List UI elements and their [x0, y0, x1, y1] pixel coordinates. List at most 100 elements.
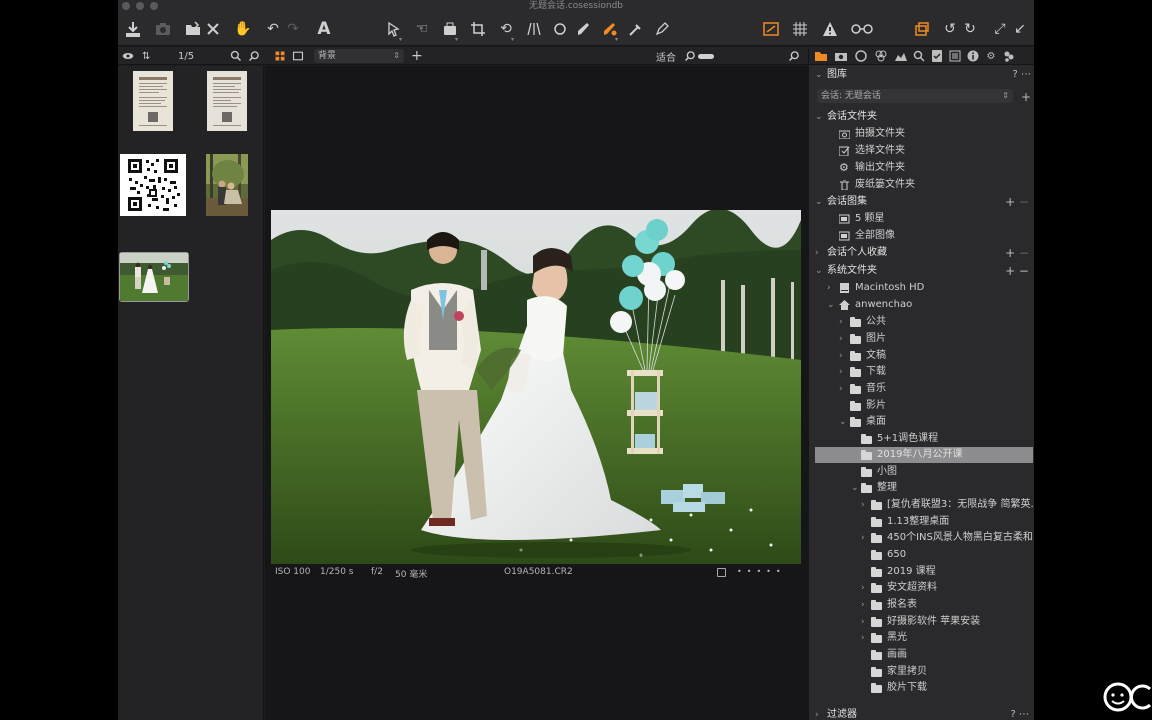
session-select[interactable]: 会话: 无题会话 ⇕ — [817, 89, 1013, 103]
folder-item[interactable]: › 文稿 — [809, 348, 1034, 364]
user-folder-item[interactable]: ⌄ anwenchao — [809, 297, 1034, 313]
session-folders-header[interactable]: ⌄ 会话文件夹 — [809, 109, 1034, 125]
output-folder-item[interactable]: ⚙ 输出文件夹 — [809, 160, 1034, 176]
brush-icon[interactable] — [574, 19, 594, 39]
select-checkbox[interactable] — [717, 568, 726, 577]
system-folders-header[interactable]: ⌄ 系统文件夹 + − — [809, 263, 1034, 279]
settings-tab-icon[interactable]: ⚙ — [985, 50, 997, 62]
help-more-icon[interactable]: ? ⋯ — [1011, 707, 1030, 720]
folder-item[interactable]: ⌄ 桌面 — [809, 414, 1034, 430]
expand-icon[interactable]: ⤢ — [990, 19, 1010, 39]
capture-folder-item[interactable]: 拍摄文件夹 — [809, 126, 1034, 142]
keystone-icon[interactable] — [524, 19, 544, 39]
rotate-right-icon[interactable]: ↻ — [960, 19, 980, 39]
exposure-warning-icon[interactable] — [761, 19, 781, 39]
zoom-in-icon[interactable] — [788, 48, 800, 64]
folder-item[interactable]: 5+1调色课程 — [809, 431, 1034, 447]
qr-code-thumb[interactable] — [119, 153, 187, 217]
selects-folder-item[interactable]: 选择文件夹 — [809, 143, 1034, 159]
folder-item[interactable]: › 报名表 — [809, 597, 1034, 613]
copy-adjustments-icon[interactable] — [912, 19, 932, 39]
folder-item[interactable]: › 450个INS风景人物黑白复古柔和... — [809, 530, 1034, 546]
camera-icon[interactable] — [153, 19, 173, 39]
sort-icon[interactable]: ⇅ — [142, 48, 150, 64]
details-tab-icon[interactable] — [913, 50, 925, 62]
grid-view-icon[interactable] — [274, 48, 286, 64]
folder-item[interactable]: › [复仇者联盟3：无限战争 简繁英... — [809, 497, 1034, 513]
close-icon[interactable] — [203, 19, 223, 39]
folder-item[interactable]: 小图 — [809, 464, 1034, 480]
album-filter-select[interactable]: 背景 ⇕ — [314, 49, 404, 63]
folder-item[interactable]: 2019 课程 — [809, 564, 1034, 580]
folder-item[interactable]: › 安文超资料 — [809, 580, 1034, 596]
session-albums-header[interactable]: ⌄ 会话图集 + − — [809, 194, 1034, 210]
folder-item[interactable]: 家里拷贝 — [809, 664, 1034, 680]
folder-item[interactable]: › 下载 — [809, 364, 1034, 380]
folder-item[interactable]: 画画 — [809, 647, 1034, 663]
warning-icon[interactable] — [820, 19, 840, 39]
redo-icon[interactable]: ↷ — [283, 19, 303, 39]
pan-icon[interactable]: ☜ — [412, 19, 432, 39]
folder-move-icon[interactable] — [183, 19, 203, 39]
folder-item[interactable]: › 图片 — [809, 331, 1034, 347]
folder-item[interactable]: 1.13整理桌面 — [809, 514, 1034, 530]
folder-icon — [871, 517, 882, 527]
folder-item-selected[interactable]: 2019年八月公开课 — [815, 447, 1033, 463]
hand-icon[interactable]: ✋ — [233, 19, 253, 39]
gradient-icon[interactable] — [626, 19, 646, 39]
folder-item[interactable]: 胶片下载 — [809, 680, 1034, 696]
fit-label[interactable]: 适合 — [656, 48, 676, 64]
zoom-out-icon[interactable] — [684, 48, 696, 64]
folder-item[interactable]: ⌄ 整理 — [809, 480, 1034, 496]
add-remove-folder-buttons[interactable]: + − — [1005, 263, 1029, 279]
crop-icon[interactable] — [468, 19, 488, 39]
help-more-icon[interactable]: ? ⋯ — [1013, 67, 1032, 83]
search-icon[interactable] — [230, 48, 242, 64]
document-thumb-1[interactable] — [132, 70, 174, 132]
undo-icon[interactable]: ↶ — [263, 19, 283, 39]
all-images-album-item[interactable]: 全部图像 — [809, 228, 1034, 244]
zoom-slider[interactable] — [698, 54, 714, 59]
main-photo[interactable] — [271, 208, 801, 564]
pick-color-icon[interactable] — [652, 19, 672, 39]
folder-item[interactable]: 影片 — [809, 398, 1034, 414]
eye-icon[interactable] — [122, 48, 134, 64]
folder-item[interactable]: › 好摄影软件 苹果安装 — [809, 614, 1034, 630]
couple-forest-thumb[interactable] — [205, 153, 249, 217]
exposure-tab-icon[interactable] — [895, 50, 907, 62]
add-album-button[interactable]: + − — [1005, 194, 1029, 210]
batch-tab-icon[interactable] — [1003, 50, 1015, 62]
capture-tab-icon[interactable] — [835, 50, 847, 62]
spot-icon[interactable] — [550, 19, 570, 39]
metadata-tab-icon[interactable] — [967, 50, 979, 62]
zoom-icon[interactable] — [248, 48, 260, 64]
rating-dots[interactable]: ••••• — [737, 567, 786, 576]
grid-icon[interactable] — [790, 19, 810, 39]
five-star-album-item[interactable]: 5 颗星 — [809, 211, 1034, 227]
add-session-button[interactable]: + — [1017, 89, 1033, 105]
trash-folder-item[interactable]: 废纸篓文件夹 — [809, 177, 1034, 193]
library-tab-icon[interactable] — [815, 50, 827, 62]
adjustments-tab-icon[interactable] — [949, 50, 961, 62]
folder-item[interactable]: › 音乐 — [809, 381, 1034, 397]
rotate-left-icon[interactable]: ↺ — [940, 19, 960, 39]
filters-header[interactable]: › 过滤器 ? ⋯ — [809, 707, 1034, 720]
local-adjustments-tab-icon[interactable] — [931, 50, 943, 62]
document-thumb-2[interactable] — [206, 70, 248, 132]
import-icon[interactable] — [123, 19, 143, 39]
folder-item[interactable]: › 黑光 — [809, 630, 1034, 646]
collapse-icon[interactable]: ↙ — [1010, 19, 1030, 39]
library-header[interactable]: ⌄ 图库 ? ⋯ — [809, 67, 1034, 83]
wedding-lawn-thumb[interactable] — [119, 252, 189, 302]
lens-tab-icon[interactable] — [855, 50, 867, 62]
single-view-icon[interactable] — [292, 48, 304, 64]
folder-item[interactable]: 650 — [809, 547, 1034, 563]
text-icon[interactable]: A — [314, 19, 334, 39]
add-favorite-button[interactable]: + − — [1005, 245, 1029, 261]
session-favorites-header[interactable]: › 会话个人收藏 + − — [809, 245, 1034, 261]
add-icon[interactable]: + — [411, 48, 423, 64]
glasses-icon[interactable] — [850, 19, 874, 39]
folder-item[interactable]: › 公共 — [809, 314, 1034, 330]
color-tab-icon[interactable] — [875, 50, 887, 62]
drive-item[interactable]: › Macintosh HD — [809, 280, 1034, 296]
